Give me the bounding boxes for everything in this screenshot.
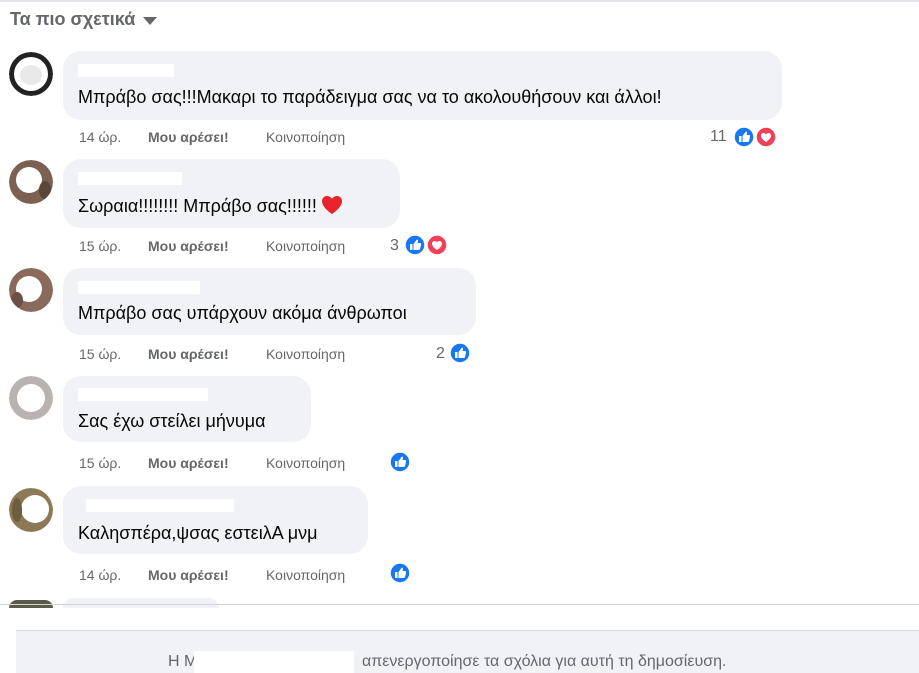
- avatar[interactable]: [9, 268, 53, 312]
- redacted-name[interactable]: [78, 172, 182, 185]
- comment-bubble: [63, 376, 311, 442]
- comment-bubble: [63, 268, 476, 335]
- comment-text: Μπράβο σας!!!Μακαρι το παράδειγμα σας να…: [78, 87, 662, 107]
- sort-label: Τα πιο σχετικά: [10, 9, 136, 29]
- reactions-count[interactable]: 11: [710, 128, 727, 146]
- like-button[interactable]: Μου αρέσει!: [148, 455, 229, 471]
- share-button[interactable]: Κοινοποίηση: [266, 455, 345, 471]
- avatar[interactable]: [9, 376, 53, 420]
- like-icon[interactable]: [733, 126, 755, 148]
- comment-bubble: [63, 598, 219, 608]
- love-icon[interactable]: [755, 126, 777, 148]
- top-divider: [0, 0, 919, 2]
- like-icon[interactable]: [404, 234, 426, 256]
- chevron-down-icon: [143, 17, 158, 25]
- redacted-name: [194, 651, 354, 673]
- share-button[interactable]: Κοινοποίηση: [266, 129, 345, 145]
- love-icon[interactable]: [426, 234, 448, 256]
- like-button[interactable]: Μου αρέσει!: [148, 567, 229, 583]
- redacted-name[interactable]: [78, 64, 174, 77]
- reactions-count[interactable]: 3: [390, 237, 399, 255]
- comment-time[interactable]: 15 ώρ.: [79, 346, 121, 362]
- share-button[interactable]: Κοινοποίηση: [266, 346, 345, 362]
- banner-message: απενεργοποίησε τα σχόλια για αυτή τη δημ…: [362, 653, 727, 670]
- comment-time[interactable]: 15 ώρ.: [79, 455, 121, 471]
- comment-bubble: [63, 51, 782, 120]
- avatar[interactable]: [9, 52, 53, 96]
- comment-time[interactable]: 14 ώρ.: [79, 567, 121, 583]
- redacted-name[interactable]: [78, 281, 200, 294]
- share-button[interactable]: Κοινοποίηση: [266, 567, 345, 583]
- comment-time[interactable]: 14 ώρ.: [79, 129, 121, 145]
- share-button[interactable]: Κοινοποίηση: [266, 238, 345, 254]
- like-button[interactable]: Μου αρέσει!: [148, 129, 229, 145]
- sort-dropdown[interactable]: Τα πιο σχετικά: [10, 9, 158, 30]
- like-icon[interactable]: [449, 342, 471, 364]
- comment-text: Σας έχω στείλει μήνυμα: [78, 411, 266, 431]
- divider: [0, 604, 919, 605]
- banner-prefix: Η Μ: [168, 653, 198, 670]
- heart-emoji-icon: [321, 195, 343, 220]
- redacted-name[interactable]: [78, 388, 208, 401]
- like-button[interactable]: Μου αρέσει!: [148, 346, 229, 362]
- like-button[interactable]: Μου αρέσει!: [148, 238, 229, 254]
- avatar[interactable]: [9, 488, 53, 532]
- comment-time[interactable]: 15 ώρ.: [79, 238, 121, 254]
- like-icon[interactable]: [389, 451, 411, 473]
- reactions-count[interactable]: 2: [436, 345, 445, 363]
- like-icon[interactable]: [389, 562, 411, 584]
- comment-text-content: Σωραια!!!!!!!! Μπράβο σας!!!!!!: [78, 196, 317, 216]
- comment-text: Μπράβο σας υπάρχουν ακόμα άνθρωποι: [78, 303, 407, 323]
- redacted-name[interactable]: [86, 499, 234, 512]
- avatar[interactable]: [9, 160, 53, 204]
- comments-disabled-banner: Η Μ απενεργοποίησε τα σχόλια για αυτή τη…: [16, 630, 919, 673]
- comment-text: Καλησπέρα,ψσας εστειλΑ μνμ: [78, 523, 318, 543]
- comment-text: Σωραια!!!!!!!! Μπράβο σας!!!!!!: [78, 195, 343, 220]
